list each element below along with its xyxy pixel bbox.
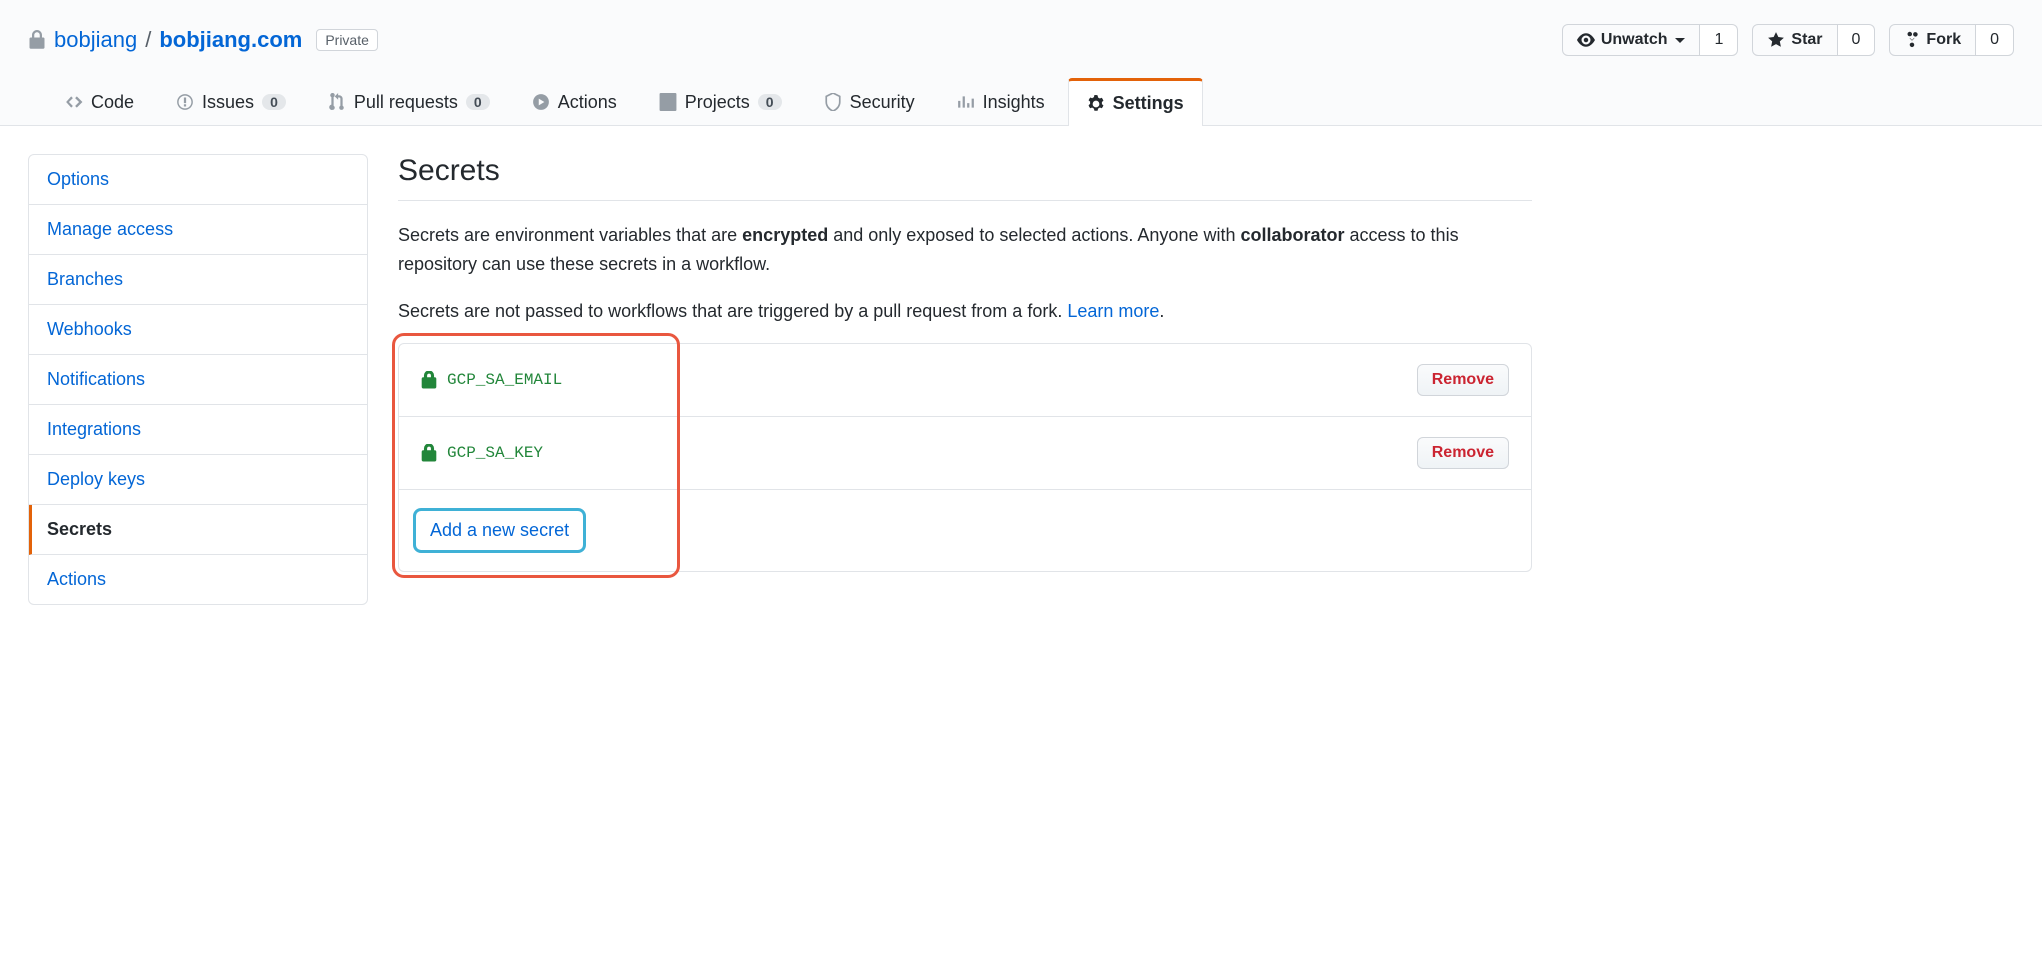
sidebar-item-notifications[interactable]: Notifications [29,355,367,405]
secret-row: GCP_SA_KEY Remove [399,417,1531,490]
eye-icon [1577,31,1595,49]
tab-projects[interactable]: Projects 0 [640,78,801,125]
sidebar-item-integrations[interactable]: Integrations [29,405,367,455]
forks-count[interactable]: 0 [1976,24,2014,56]
sidebar-item-secrets: Secrets [29,505,367,555]
learn-more-link[interactable]: Learn more [1067,301,1159,321]
sidebar-item-deploy-keys[interactable]: Deploy keys [29,455,367,505]
sidebar-item-actions[interactable]: Actions [29,555,367,604]
secrets-description-2: Secrets are not passed to workflows that… [398,297,1532,326]
page-title: Secrets [398,154,1532,201]
stars-count[interactable]: 0 [1838,24,1876,56]
sidebar-item-manage-access[interactable]: Manage access [29,205,367,255]
tab-security[interactable]: Security [805,78,934,125]
visibility-badge: Private [316,29,378,51]
tab-actions[interactable]: Actions [513,78,636,125]
fork-icon [1904,31,1920,49]
secret-name: GCP_SA_EMAIL [421,371,562,389]
sidebar-item-options[interactable]: Options [29,155,367,205]
settings-sidebar: OptionsManage accessBranchesWebhooksNoti… [28,154,368,605]
unwatch-button[interactable]: Unwatch [1562,24,1701,56]
tab-settings[interactable]: Settings [1068,78,1203,126]
tab-pull-requests[interactable]: Pull requests 0 [309,78,509,125]
lock-icon [421,444,437,462]
secret-name: GCP_SA_KEY [421,444,543,462]
lock-icon [28,30,46,50]
sidebar-item-webhooks[interactable]: Webhooks [29,305,367,355]
owner-link[interactable]: bobjiang [54,27,137,53]
watchers-count[interactable]: 1 [1700,24,1738,56]
repo-title: bobjiang / bobjiang.com Private [28,27,378,53]
main-content: Secrets Secrets are environment variable… [398,154,1532,605]
path-separator: / [145,27,151,53]
tab-insights[interactable]: Insights [938,78,1064,125]
secrets-list: GCP_SA_EMAIL Remove GCP_SA_KEY Remove Add a… [398,343,1532,572]
tab-issues[interactable]: Issues 0 [157,78,305,125]
tab-code[interactable]: Code [46,78,153,125]
lock-icon [421,371,437,389]
remove-secret-button[interactable]: Remove [1417,437,1509,469]
star-icon [1767,31,1785,49]
star-button[interactable]: Star [1752,24,1837,56]
remove-secret-button[interactable]: Remove [1417,364,1509,396]
sidebar-item-branches[interactable]: Branches [29,255,367,305]
secrets-description-1: Secrets are environment variables that a… [398,221,1532,279]
add-secret-button[interactable]: Add a new secret [413,508,586,553]
repo-nav: Code Issues 0 Pull requests 0 Actions Pr… [28,78,2014,125]
caret-down-icon [1675,38,1685,43]
secret-row: GCP_SA_EMAIL Remove [399,344,1531,417]
fork-button[interactable]: Fork [1889,24,1976,56]
repo-actions: Unwatch 1 Star 0 Fork 0 [1562,24,2014,56]
page-header: bobjiang / bobjiang.com Private Unwatch … [0,0,2042,126]
repo-link[interactable]: bobjiang.com [159,27,302,53]
